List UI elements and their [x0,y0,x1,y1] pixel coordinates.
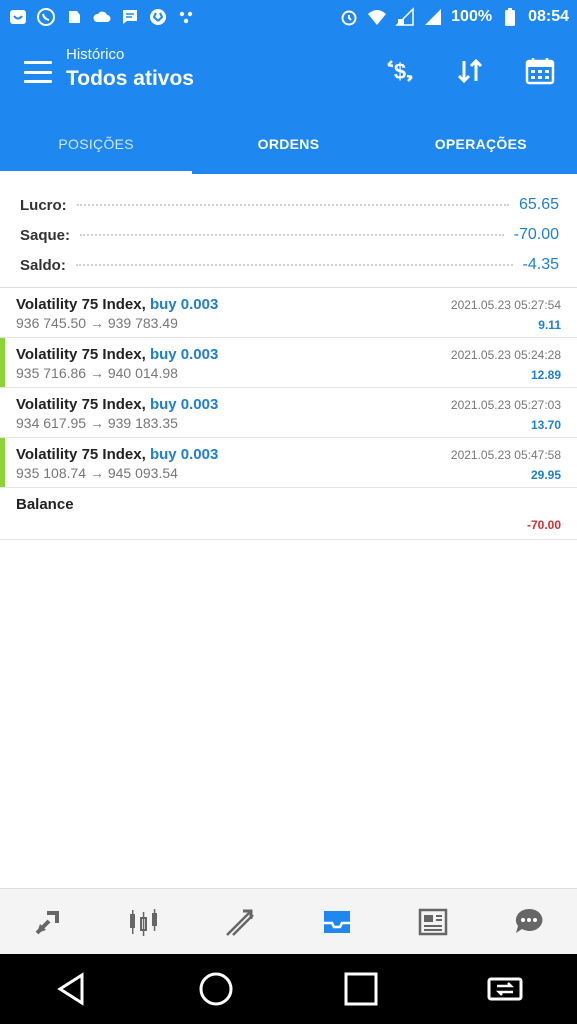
system-nav-bar [0,954,577,1024]
balance-value: -4.35 [522,256,559,273]
shazam-icon [148,7,168,27]
deal-prices: 936 745.50 → 939 783.49 [16,315,178,331]
tab-orders[interactable]: ORDENS [192,114,384,174]
list-item[interactable]: Volatility 75 Index, buy 0.003 935 108.7… [0,438,577,488]
deal-time: 2021.05.23 05:27:03 [450,398,561,412]
nav-messages-icon[interactable] [505,898,553,946]
deal-side: buy 0.003 [149,346,219,363]
deal-profit: 9.11 [538,318,561,332]
app-bar: Histórico Todos ativos $ [0,34,577,114]
summary-row-withdraw: Saque: -70.00 [20,220,559,250]
switch-app-icon[interactable] [480,964,530,1014]
deposit-withdraw-icon[interactable]: $ [381,52,419,90]
signal-icon-2 [423,7,443,27]
nav-chart-candles-icon[interactable] [120,898,168,946]
deal-side: buy 0.003 [149,446,219,463]
calendar-icon[interactable] [521,52,559,90]
deal-side: buy 0.003 [149,296,219,313]
battery-icon [500,7,520,27]
deal-side: buy 0.003 [149,396,219,413]
back-icon[interactable] [47,964,97,1014]
tab-bar: POSIÇÕES ORDENS OPERAÇÕES [0,114,577,174]
message-icon [120,7,140,27]
svg-text:$: $ [394,59,406,84]
list-item[interactable]: Volatility 75 Index, buy 0.003 935 716.8… [0,338,577,388]
nav-history-inbox-icon[interactable] [313,898,361,946]
clock: 08:54 [528,8,569,25]
nav-trade-icon[interactable] [216,898,264,946]
deal-profit: 29.95 [530,468,561,482]
deal-prices: 935 716.86 → 940 014.98 [16,365,178,381]
deal-profit: 12.89 [530,368,561,382]
menu-icon[interactable] [22,58,54,86]
tab-deals[interactable]: OPERAÇÕES [385,114,577,174]
nav-news-icon[interactable] [409,898,457,946]
symbol-name: Volatility 75 Index, [16,446,146,463]
dotted-leader [75,264,513,266]
whatsapp-icon [36,7,56,27]
page-subtitle: Histórico [66,46,125,63]
deal-prices: 935 108.74 → 945 093.54 [16,465,178,481]
summary-panel: Lucro: 65.65 Saque: -70.00 Saldo: -4.35 [0,176,577,288]
balance-list-item[interactable]: Balance -70.00 [0,488,577,540]
recents-icon[interactable] [336,964,386,1014]
alarm-icon [339,7,359,27]
profit-label: Lucro: [20,196,67,214]
list-item[interactable]: Volatility 75 Index, buy 0.003 936 745.5… [0,288,577,338]
notification-icon [8,7,28,27]
bottom-nav [0,888,577,954]
summary-row-profit: Lucro: 65.65 [20,190,559,220]
dotted-leader [80,234,504,236]
symbol-name: Volatility 75 Index, [16,346,146,363]
list-item[interactable]: Volatility 75 Index, buy 0.003 934 617.9… [0,388,577,438]
status-bar: 100% 08:54 [0,0,577,34]
profit-value: 65.65 [518,196,559,213]
signal-icon [395,7,415,27]
withdraw-value: -70.00 [513,226,559,243]
wifi-icon [367,7,387,27]
tab-positions[interactable]: POSIÇÕES [0,114,193,174]
dotted-leader [76,204,509,206]
deal-list: Volatility 75 Index, buy 0.003 936 745.5… [0,288,577,540]
summary-row-balance: Saldo: -4.35 [20,250,559,280]
battery-percent: 100% [451,8,493,25]
symbol-name: Volatility 75 Index, [16,396,146,413]
sort-icon[interactable] [451,52,489,90]
deal-time: 2021.05.23 05:24:28 [450,348,561,362]
title-block: Histórico Todos ativos [66,46,194,91]
deal-profit: 13.70 [530,418,561,432]
deal-time: 2021.05.23 05:47:58 [450,448,561,462]
nav-quotes-icon[interactable] [24,898,72,946]
page-title[interactable]: Todos ativos [66,67,194,91]
balance-row-label: Balance [16,496,74,513]
deal-time: 2021.05.23 05:27:54 [450,298,561,312]
deal-prices: 934 617.95 → 939 183.35 [16,415,178,431]
home-icon[interactable] [191,964,241,1014]
cloud-icon [92,7,112,27]
withdraw-label: Saque: [20,226,71,244]
balance-label: Saldo: [20,256,66,274]
evernote-icon [64,7,84,27]
symbol-name: Volatility 75 Index, [16,296,146,313]
dots-icon [176,7,196,27]
balance-row-value: -70.00 [526,518,561,532]
